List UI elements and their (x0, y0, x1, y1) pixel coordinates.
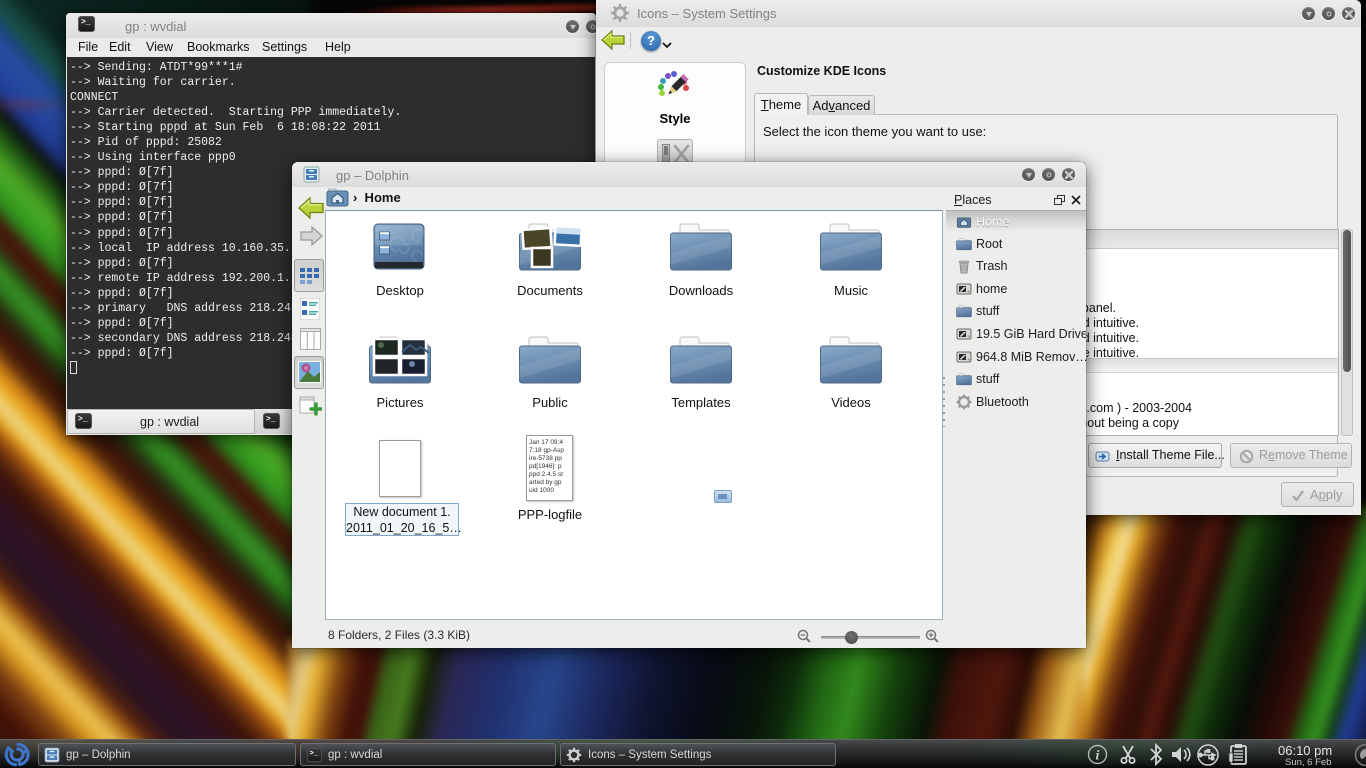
svg-text:i: i (1096, 749, 1100, 764)
